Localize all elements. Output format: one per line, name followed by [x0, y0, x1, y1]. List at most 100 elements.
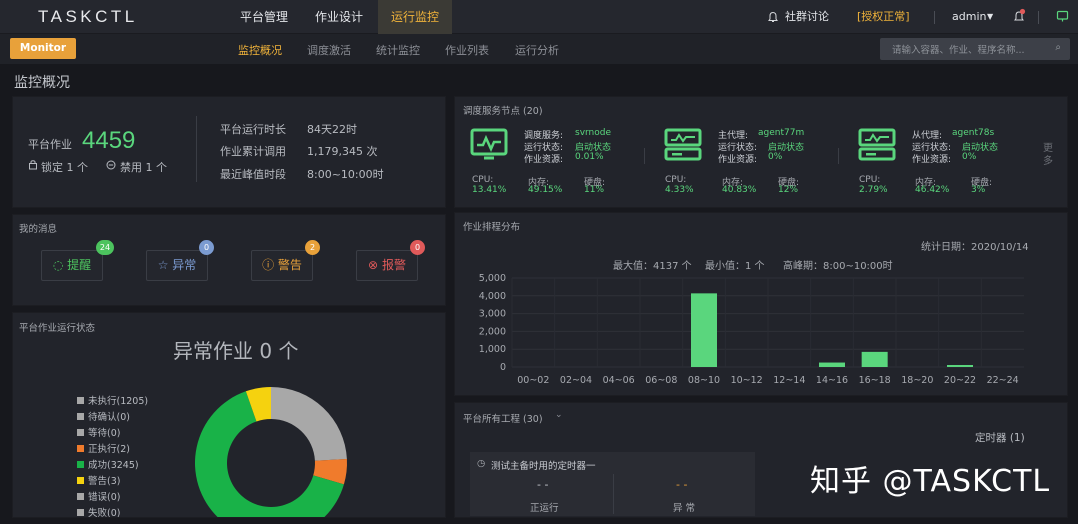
exception-count-badge: 0: [199, 240, 214, 255]
job-status-panel: 平台作业运行状态 异常作业 0 个 未执行(1205) 待确认(0) 等待(0) 正执…: [12, 312, 446, 518]
divider: [644, 148, 645, 164]
subnav-run-analysis[interactable]: 运行分析: [515, 42, 559, 58]
node-2-mem: 40.83%: [722, 185, 757, 195]
exception-label: 异常: [172, 258, 197, 272]
monitor-chart-icon[interactable]: [470, 128, 508, 162]
node-2-res-label: 作业资源:: [718, 155, 758, 165]
chevron-down-icon[interactable]: ⌄: [555, 410, 563, 420]
node-3-cpu: 2.79%: [859, 185, 888, 195]
exception-button[interactable]: ☆ 异常: [146, 250, 208, 281]
node-3-cpu-label: CPU:: [859, 175, 881, 185]
node-2-cpu: 4.33%: [665, 185, 694, 195]
x-tick-label: 22~24: [987, 375, 1019, 386]
search-placeholder: 请输入容器、作业、程序名称...: [892, 45, 1025, 56]
subnav-job-list[interactable]: 作业列表: [445, 42, 489, 58]
legend-label: 失败(0): [88, 508, 121, 518]
warning-button[interactable]: ⓘ 警告: [251, 250, 313, 281]
bar-16~18[interactable]: [861, 351, 888, 367]
license-status[interactable]: [授权正常]: [857, 0, 910, 34]
warning-count-badge: 2: [305, 240, 320, 255]
page-title: 监控概况: [14, 75, 70, 91]
chat-icon[interactable]: [1056, 10, 1069, 23]
legend-item[interactable]: 错误(0): [77, 489, 120, 503]
legend-swatch: [77, 445, 84, 452]
abnormal-value: - -: [676, 478, 688, 491]
peak-period-label: 最近峰值时段: [220, 168, 286, 181]
x-tick-label: 02~04: [560, 375, 592, 386]
node-2-name[interactable]: agent77m: [758, 128, 804, 138]
legend-item[interactable]: 成功(3245): [77, 457, 139, 471]
legend-swatch: [77, 477, 84, 484]
more-nodes-link[interactable]: 更多: [1043, 142, 1055, 168]
chevron-down-icon[interactable]: ▼: [987, 12, 993, 21]
messages-title: 我的消息: [19, 224, 58, 235]
x-tick-label: 00~02: [517, 375, 549, 386]
user-menu[interactable]: admin: [952, 0, 986, 34]
subnav-stat-monitor[interactable]: 统计监控: [376, 42, 420, 58]
legend-item[interactable]: 未执行(1205): [77, 393, 148, 407]
legend-swatch: [77, 493, 84, 500]
schedule-bar-chart: 5,000 4,000 3,000 2,000 1,000 0 00~02 02~04 04~0…: [479, 273, 1024, 386]
server-icon[interactable]: [664, 128, 702, 162]
bar-14~16[interactable]: [819, 362, 845, 367]
alarm-button[interactable]: ⊗ 报警: [356, 250, 418, 281]
legend-swatch: [77, 509, 84, 516]
node-3-res: 0%: [962, 152, 977, 162]
search-icon[interactable]: ⌕: [1055, 42, 1061, 53]
legend-label: 等待(0): [88, 428, 121, 439]
legend-item[interactable]: 警告(3): [77, 473, 120, 487]
donut-slice[interactable]: [271, 387, 347, 461]
legend-item[interactable]: 待确认(0): [77, 409, 130, 423]
node-3-mem: 46.42%: [915, 185, 950, 195]
bar-20~22[interactable]: [947, 365, 973, 367]
bell-outline-icon: [768, 11, 778, 22]
subnav-overview[interactable]: 监控概况: [238, 42, 282, 58]
node-3-name[interactable]: agent78s: [952, 128, 994, 138]
nav-platform-management[interactable]: 平台管理: [232, 0, 296, 34]
server-icon[interactable]: [858, 128, 896, 162]
locked-count: 锁定 1 个: [41, 161, 88, 174]
legend-label: 待确认(0): [88, 412, 130, 423]
monitor-mode-button[interactable]: Monitor: [10, 38, 76, 59]
x-tick-label: 20~22: [944, 375, 976, 386]
community-link[interactable]: 社群讨论: [785, 0, 829, 34]
search-input[interactable]: 请输入容器、作业、程序名称... ⌕: [880, 38, 1070, 60]
remind-label: 提醒: [67, 258, 92, 272]
divider: [934, 11, 935, 24]
clock-icon: ◷: [477, 458, 486, 469]
nodes-title: 调度服务节点 (20): [463, 106, 543, 117]
x-tick-label: 16~18: [859, 375, 891, 386]
legend-label: 正执行(2): [88, 444, 130, 455]
chat-bubble-icon: ◌: [52, 258, 64, 272]
nav-run-monitor[interactable]: 运行监控: [378, 0, 452, 34]
stat-date: 统计日期：2020/10/14: [921, 242, 1029, 253]
y-tick-label: 4,000: [479, 291, 506, 302]
warning-label: 警告: [277, 258, 302, 272]
legend-label: 成功(3245): [88, 460, 139, 471]
divider: [196, 116, 197, 182]
node-2-cpu-label: CPU:: [665, 175, 687, 185]
legend-item[interactable]: 失败(0): [77, 505, 121, 518]
y-tick-label: 3,000: [479, 309, 506, 320]
node-3-disk: 3%: [971, 185, 986, 195]
remind-count-badge: 24: [96, 240, 114, 255]
x-tick-label: 12~14: [773, 375, 805, 386]
schedule-title: 作业排程分布: [463, 222, 521, 233]
notification-bell-icon[interactable]: [1012, 8, 1026, 24]
nav-job-design[interactable]: 作业设计: [306, 0, 372, 34]
bar-08~10[interactable]: [691, 293, 717, 367]
abnormal-jobs-headline: 异常作业 0 个: [173, 339, 299, 363]
subnav-schedule-activation[interactable]: 调度激活: [307, 42, 351, 58]
projects-title: 平台所有工程 (30): [463, 414, 543, 425]
node-1-res-label: 作业资源:: [524, 155, 564, 165]
cumulative-calls-label: 作业累计调用: [220, 145, 286, 158]
legend-label: 错误(0): [88, 492, 121, 503]
y-tick-label: 0: [500, 362, 506, 373]
node-1-name[interactable]: svrnode: [575, 128, 611, 138]
y-tick-label: 2,000: [479, 326, 506, 337]
legend-item[interactable]: 等待(0): [77, 425, 120, 439]
job-status-title: 平台作业运行状态: [19, 323, 96, 334]
legend-swatch: [77, 413, 84, 420]
remind-button[interactable]: ◌ 提醒: [41, 250, 103, 281]
legend-item[interactable]: 正执行(2): [77, 441, 130, 455]
